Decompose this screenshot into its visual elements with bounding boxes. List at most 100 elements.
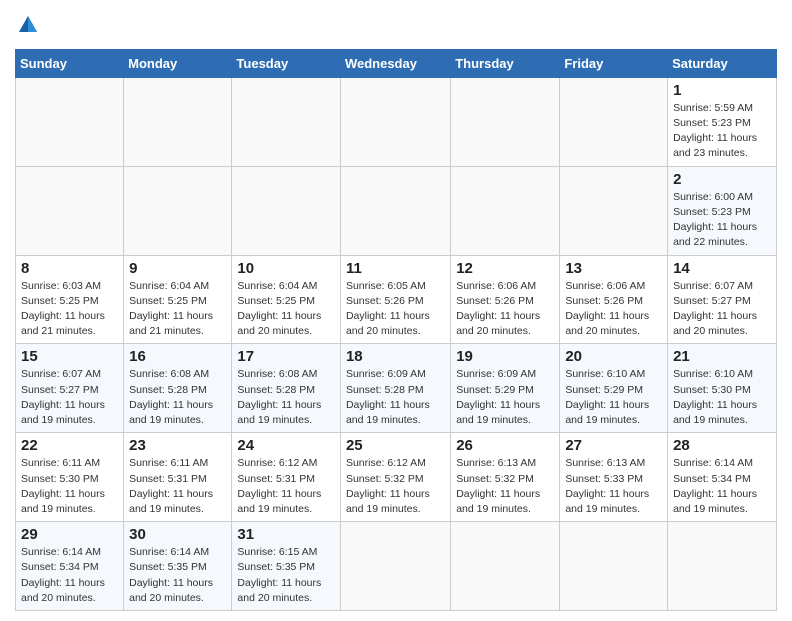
calendar-cell: 18 Sunrise: 6:09 AMSunset: 5:28 PMDayligh… (340, 344, 450, 433)
day-info: Sunrise: 6:14 AMSunset: 5:35 PMDaylight:… (129, 545, 226, 606)
calendar-cell (124, 166, 232, 255)
day-info: Sunrise: 6:14 AMSunset: 5:34 PMDaylight:… (21, 545, 118, 606)
calendar-header-saturday: Saturday (668, 49, 777, 77)
day-number: 27 (565, 437, 662, 454)
calendar-cell (124, 77, 232, 166)
calendar-cell (340, 77, 450, 166)
calendar-week-row: 8 Sunrise: 6:03 AMSunset: 5:25 PMDaylight… (16, 255, 777, 344)
calendar-cell: 2Sunrise: 6:00 AMSunset: 5:23 PMDaylight… (668, 166, 777, 255)
calendar-cell: 22 Sunrise: 6:11 AMSunset: 5:30 PMDayligh… (16, 433, 124, 522)
calendar-cell: 28Sunrise: 6:14 AMSunset: 5:34 PMDayligh… (668, 433, 777, 522)
day-number: 26 (456, 437, 554, 454)
day-number: 9 (129, 260, 226, 277)
day-number: 24 (237, 437, 335, 454)
day-info: Sunrise: 6:10 AMSunset: 5:29 PMDaylight:… (565, 367, 662, 428)
day-number: 14 (673, 260, 771, 277)
calendar-cell (232, 77, 341, 166)
calendar-cell: 24 Sunrise: 6:12 AMSunset: 5:31 PMDayligh… (232, 433, 341, 522)
day-number: 1 (673, 82, 771, 99)
day-number: 19 (456, 348, 554, 365)
calendar-cell (451, 522, 560, 611)
calendar-header-thursday: Thursday (451, 49, 560, 77)
calendar-cell: 29Sunrise: 6:14 AMSunset: 5:34 PMDayligh… (16, 522, 124, 611)
day-number: 10 (237, 260, 335, 277)
day-info: Sunrise: 6:03 AMSunset: 5:25 PMDaylight:… (21, 279, 118, 340)
day-number: 11 (346, 260, 445, 277)
day-info: Sunrise: 6:15 AMSunset: 5:35 PMDaylight:… (237, 545, 335, 606)
calendar-cell: 9 Sunrise: 6:04 AMSunset: 5:25 PMDaylight… (124, 255, 232, 344)
calendar-cell: 14 Sunrise: 6:07 AMSunset: 5:27 PMDayligh… (668, 255, 777, 344)
calendar-cell: 15 Sunrise: 6:07 AMSunset: 5:27 PMDayligh… (16, 344, 124, 433)
day-info: Sunrise: 6:12 AMSunset: 5:31 PMDaylight:… (237, 456, 335, 517)
calendar-cell (340, 166, 450, 255)
calendar-cell (560, 522, 668, 611)
day-info: Sunrise: 6:06 AMSunset: 5:26 PMDaylight:… (456, 279, 554, 340)
calendar-cell: 27 Sunrise: 6:13 AMSunset: 5:33 PMDayligh… (560, 433, 668, 522)
calendar-cell (340, 522, 450, 611)
day-info: Sunrise: 6:07 AMSunset: 5:27 PMDaylight:… (673, 279, 771, 340)
calendar-table: SundayMondayTuesdayWednesdayThursdayFrid… (15, 49, 777, 611)
day-number: 15 (21, 348, 118, 365)
calendar-cell: 17Sunrise: 6:08 AMSunset: 5:28 PMDayligh… (232, 344, 341, 433)
calendar-cell: 20 Sunrise: 6:10 AMSunset: 5:29 PMDayligh… (560, 344, 668, 433)
day-info: Sunrise: 6:11 AMSunset: 5:31 PMDaylight:… (129, 456, 226, 517)
calendar-cell: 19 Sunrise: 6:09 AMSunset: 5:29 PMDayligh… (451, 344, 560, 433)
day-number: 20 (565, 348, 662, 365)
calendar-cell: 13 Sunrise: 6:06 AMSunset: 5:26 PMDayligh… (560, 255, 668, 344)
calendar-header-wednesday: Wednesday (340, 49, 450, 77)
calendar-week-row: 15 Sunrise: 6:07 AMSunset: 5:27 PMDayligh… (16, 344, 777, 433)
day-number: 2 (673, 171, 771, 188)
day-number: 25 (346, 437, 445, 454)
calendar-cell: 8 Sunrise: 6:03 AMSunset: 5:25 PMDaylight… (16, 255, 124, 344)
day-number: 21 (673, 348, 771, 365)
calendar-cell: 31 Sunrise: 6:15 AMSunset: 5:35 PMDayligh… (232, 522, 341, 611)
day-info: Sunrise: 6:12 AMSunset: 5:32 PMDaylight:… (346, 456, 445, 517)
day-number: 22 (21, 437, 118, 454)
day-number: 8 (21, 260, 118, 277)
calendar-week-row: 22 Sunrise: 6:11 AMSunset: 5:30 PMDayligh… (16, 433, 777, 522)
calendar-cell: 30 Sunrise: 6:14 AMSunset: 5:35 PMDayligh… (124, 522, 232, 611)
calendar-cell (451, 166, 560, 255)
calendar-cell (668, 522, 777, 611)
day-number: 18 (346, 348, 445, 365)
calendar-cell: 21 Sunrise: 6:10 AMSunset: 5:30 PMDayligh… (668, 344, 777, 433)
calendar-cell (16, 166, 124, 255)
day-info: Sunrise: 6:07 AMSunset: 5:27 PMDaylight:… (21, 367, 118, 428)
calendar-cell: 11Sunrise: 6:05 AMSunset: 5:26 PMDayligh… (340, 255, 450, 344)
calendar-week-row: 2Sunrise: 6:00 AMSunset: 5:23 PMDaylight… (16, 166, 777, 255)
calendar-header-tuesday: Tuesday (232, 49, 341, 77)
logo-icon (17, 14, 39, 36)
calendar-week-row: 29Sunrise: 6:14 AMSunset: 5:34 PMDayligh… (16, 522, 777, 611)
calendar-cell: 12 Sunrise: 6:06 AMSunset: 5:26 PMDayligh… (451, 255, 560, 344)
day-number: 23 (129, 437, 226, 454)
day-info: Sunrise: 6:11 AMSunset: 5:30 PMDaylight:… (21, 456, 118, 517)
day-info: Sunrise: 6:08 AMSunset: 5:28 PMDaylight:… (237, 367, 335, 428)
calendar-cell: 23 Sunrise: 6:11 AMSunset: 5:31 PMDayligh… (124, 433, 232, 522)
day-number: 12 (456, 260, 554, 277)
day-info: Sunrise: 6:04 AMSunset: 5:25 PMDaylight:… (129, 279, 226, 340)
day-number: 31 (237, 526, 335, 543)
calendar-cell: 10 Sunrise: 6:04 AMSunset: 5:25 PMDayligh… (232, 255, 341, 344)
day-info: Sunrise: 6:14 AMSunset: 5:34 PMDaylight:… (673, 456, 771, 517)
day-info: Sunrise: 6:13 AMSunset: 5:33 PMDaylight:… (565, 456, 662, 517)
calendar-cell (560, 166, 668, 255)
day-info: Sunrise: 6:06 AMSunset: 5:26 PMDaylight:… (565, 279, 662, 340)
calendar-cell (232, 166, 341, 255)
day-number: 13 (565, 260, 662, 277)
day-info: Sunrise: 6:04 AMSunset: 5:25 PMDaylight:… (237, 279, 335, 340)
day-info: Sunrise: 6:08 AMSunset: 5:28 PMDaylight:… (129, 367, 226, 428)
calendar-header-sunday: Sunday (16, 49, 124, 77)
day-number: 30 (129, 526, 226, 543)
calendar-cell: 1 Sunrise: 5:59 AMSunset: 5:23 PMDaylight… (668, 77, 777, 166)
calendar-week-row: 1 Sunrise: 5:59 AMSunset: 5:23 PMDaylight… (16, 77, 777, 166)
day-info: Sunrise: 5:59 AMSunset: 5:23 PMDaylight:… (673, 101, 771, 162)
calendar-cell (16, 77, 124, 166)
day-info: Sunrise: 6:09 AMSunset: 5:28 PMDaylight:… (346, 367, 445, 428)
day-info: Sunrise: 6:10 AMSunset: 5:30 PMDaylight:… (673, 367, 771, 428)
day-number: 16 (129, 348, 226, 365)
day-info: Sunrise: 6:09 AMSunset: 5:29 PMDaylight:… (456, 367, 554, 428)
calendar-cell (560, 77, 668, 166)
calendar-header-row: SundayMondayTuesdayWednesdayThursdayFrid… (16, 49, 777, 77)
calendar-cell: 26Sunrise: 6:13 AMSunset: 5:32 PMDayligh… (451, 433, 560, 522)
calendar-cell: 16 Sunrise: 6:08 AMSunset: 5:28 PMDayligh… (124, 344, 232, 433)
